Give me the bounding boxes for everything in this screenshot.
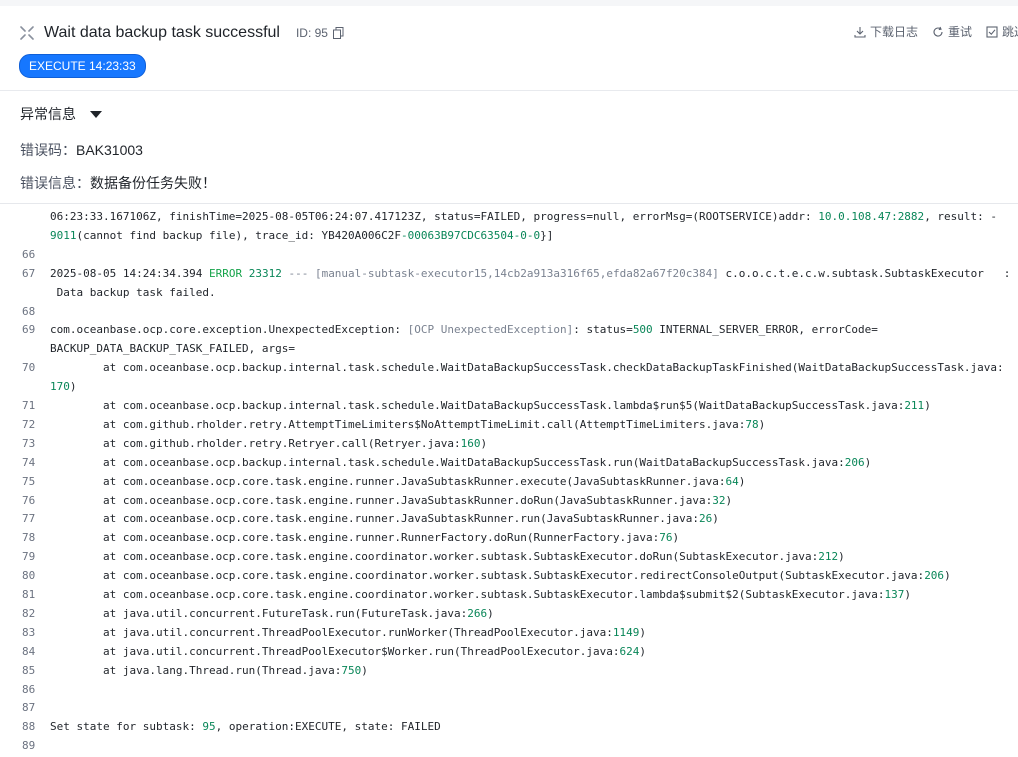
log-line-text: 06:23:33.167106Z, finishTime=2025-08-05T… <box>50 210 998 223</box>
log-line-text: Data backup task failed. <box>50 285 216 299</box>
error-code-label: 错误码： <box>20 142 76 158</box>
retry-icon <box>933 26 943 37</box>
exception-toggle[interactable]: 异常信息 <box>20 104 102 124</box>
task-header: Wait data backup task successful ID: 95 … <box>0 6 1018 91</box>
error-message-row: 错误信息：数据备份任务失败！ <box>20 173 216 193</box>
log-line-number: 76 <box>22 493 36 507</box>
log-line-number: 89 <box>22 739 36 753</box>
skip-button[interactable]: 跳过 <box>986 23 1018 40</box>
log-line-number: 77 <box>22 512 36 526</box>
log-line-text: at java.util.concurrent.ThreadPoolExecut… <box>50 625 647 639</box>
log-line-number: 71 <box>22 399 36 412</box>
title-row: Wait data backup task successful ID: 95 <box>20 22 344 44</box>
log-line-number: 74 <box>22 455 36 469</box>
retry-button[interactable]: 重试 <box>932 23 972 40</box>
log-line-text: at com.oceanbase.ocp.core.task.engine.ru… <box>50 512 719 526</box>
log-line-number: 70 <box>22 361 36 375</box>
log-line-number: 83 <box>22 625 36 639</box>
log-line-number: 66 <box>22 247 36 261</box>
log-line-text: BACKUP_DATA_BACKUP_TASK_FAILED, args= <box>50 342 296 356</box>
log-line-text: at com.oceanbase.ocp.backup.internal.tas… <box>50 361 1004 375</box>
skip-icon <box>986 25 998 38</box>
log-line-text: at com.github.rholder.retry.AttemptTimeL… <box>50 417 766 431</box>
log-line-number: 85 <box>22 663 36 677</box>
copy-icon[interactable] <box>332 27 344 39</box>
log-line-text: at com.oceanbase.ocp.core.task.engine.co… <box>50 569 951 583</box>
log-line-text: 9011(cannot find backup file), trace_id:… <box>50 228 554 242</box>
log-line-number: 78 <box>22 531 36 545</box>
error-code-row: 错误码：BAK31003 <box>20 140 143 160</box>
log-line-number: 72 <box>22 417 36 431</box>
log-line-number: 82 <box>22 606 36 620</box>
log-line-text: 2025-08-05 14:24:34.394 ERROR 23312 --- … <box>50 266 1011 280</box>
exception-title: 异常信息 <box>20 106 76 122</box>
log-line-text: at com.oceanbase.ocp.core.task.engine.ru… <box>50 531 680 545</box>
task-title: Wait data backup task successful <box>44 24 280 41</box>
log-line-number: 68 <box>22 304 36 318</box>
log-viewer[interactable]: 06:23:33.167106Z, finishTime=2025-08-05T… <box>0 203 1018 757</box>
log-line-text: at com.oceanbase.ocp.core.task.engine.ru… <box>50 493 733 507</box>
log-line-number: 80 <box>22 569 36 583</box>
log-line-number: 88 <box>22 720 36 734</box>
log-line-number: 75 <box>22 474 36 488</box>
log-line-text: com.oceanbase.ocp.core.exception.Unexpec… <box>50 323 878 337</box>
caret-down-icon <box>90 111 102 118</box>
log-line-text: 170) <box>50 380 77 394</box>
log-line-text: at java.lang.Thread.run(Thread.java:750) <box>50 663 368 677</box>
log-line-text: at java.util.concurrent.ThreadPoolExecut… <box>50 644 647 658</box>
log-line-number: 79 <box>22 550 36 564</box>
download-log-label: 下载日志 <box>869 25 918 39</box>
log-line-text: at com.oceanbase.ocp.core.task.engine.co… <box>50 588 911 601</box>
header-actions: 下载日志 重试 跳过 <box>840 23 1018 40</box>
log-line-number: 86 <box>22 682 36 696</box>
download-log-button[interactable]: 下载日志 <box>854 23 918 40</box>
download-icon <box>854 26 866 38</box>
log-line-text: at com.github.rholder.retry.Retryer.call… <box>50 436 488 450</box>
error-message-value: 数据备份任务失败！ <box>90 175 216 191</box>
log-line-text: at com.oceanbase.ocp.core.task.engine.ru… <box>50 474 746 488</box>
log-line-number: 67 <box>22 266 36 280</box>
log-line-text: at java.util.concurrent.FutureTask.run(F… <box>50 606 494 620</box>
log-line-text: at com.oceanbase.ocp.backup.internal.tas… <box>50 399 931 412</box>
error-code-value: BAK31003 <box>76 142 143 158</box>
log-line-number: 73 <box>22 436 36 450</box>
log-line-number: 81 <box>22 588 36 601</box>
log-line-number: 87 <box>22 701 36 715</box>
task-id: ID: 95 <box>295 26 328 40</box>
log-line-text: Set state for subtask: 95, operation:EXE… <box>50 720 441 734</box>
task-status-icon <box>20 26 34 40</box>
skip-label: 跳过 <box>1001 25 1018 39</box>
log-line-number: 84 <box>22 644 36 658</box>
execute-status-badge: EXECUTE 14:23:33 <box>19 54 146 78</box>
retry-label: 重试 <box>947 25 972 39</box>
error-message-label: 错误信息： <box>20 175 90 191</box>
log-line-number: 69 <box>22 323 36 337</box>
log-line-text: at com.oceanbase.ocp.backup.internal.tas… <box>50 455 872 469</box>
log-line-text: at com.oceanbase.ocp.core.task.engine.co… <box>50 550 845 564</box>
